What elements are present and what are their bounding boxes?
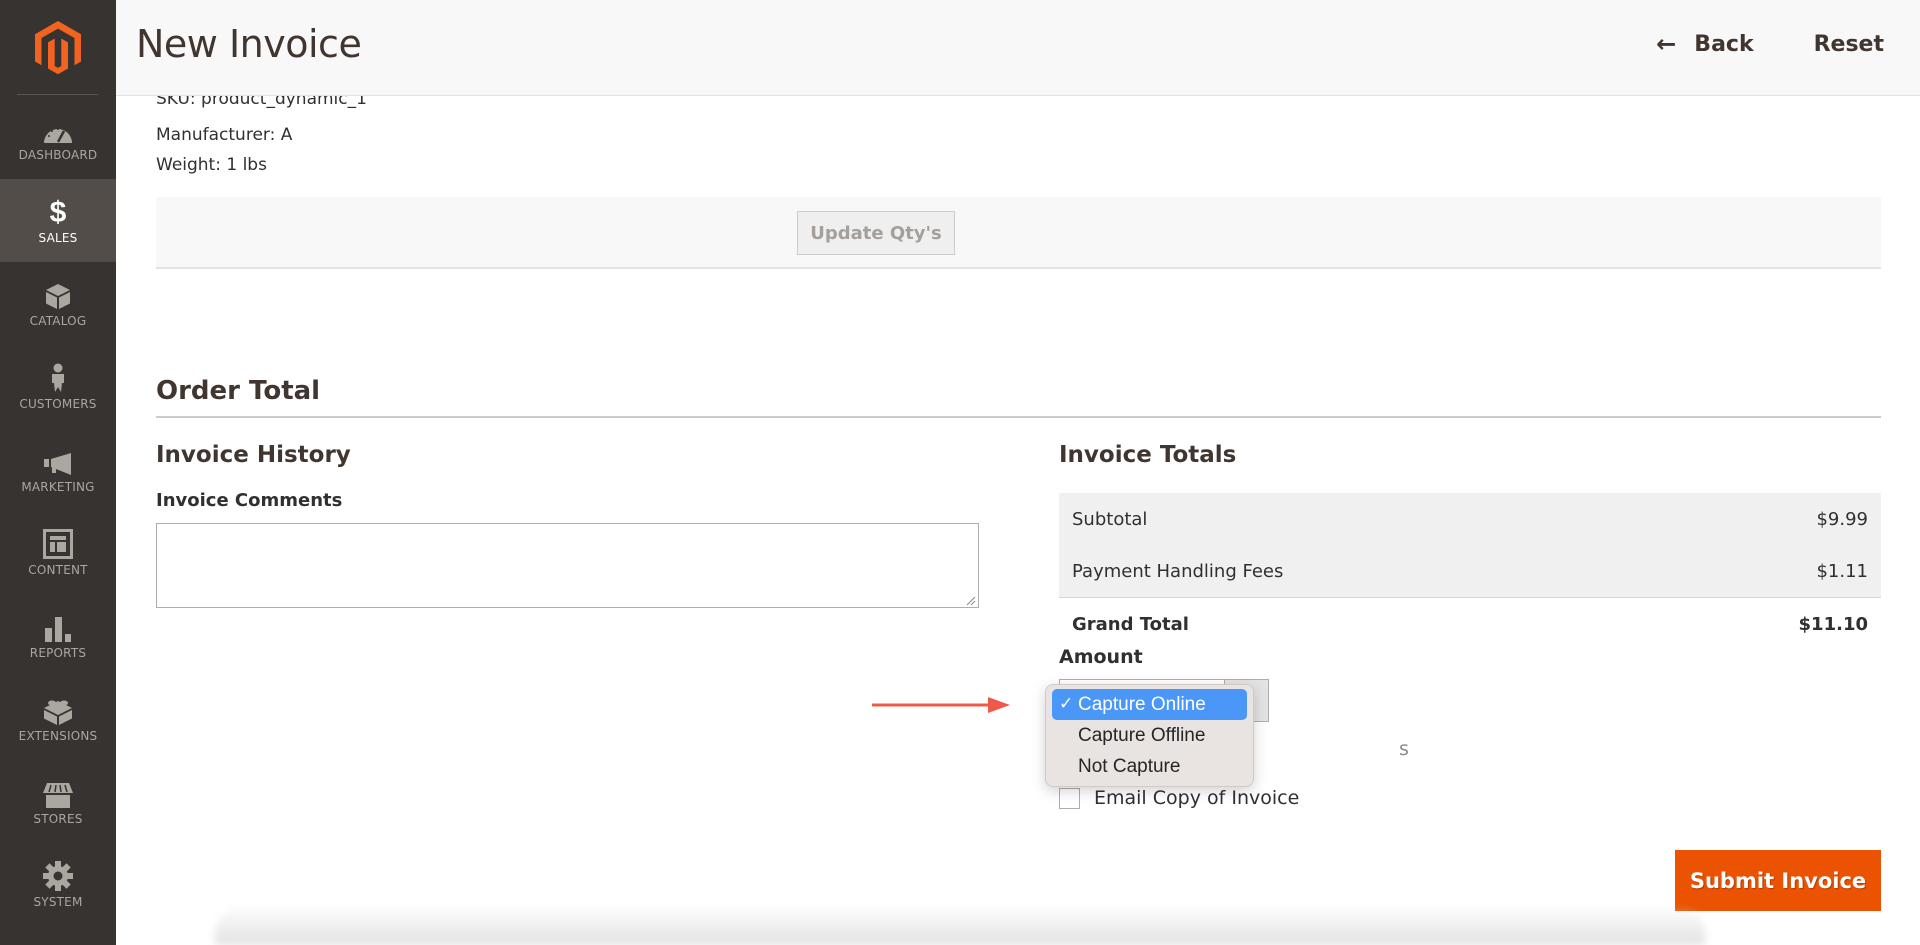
page-title: New Invoice <box>136 22 362 66</box>
totals-row-subtotal: Subtotal $9.99 <box>1059 493 1881 545</box>
sidebar-item-extensions[interactable]: EXTENSIONS <box>0 677 116 760</box>
sidebar-item-label: DASHBOARD <box>18 147 98 162</box>
totals-row-label: Payment Handling Fees <box>1072 560 1284 582</box>
lego-block-icon <box>42 695 74 725</box>
person-icon <box>49 363 67 393</box>
checkmark-icon: ✓ <box>1059 694 1074 713</box>
dropdown-option-capture-online[interactable]: ✓ Capture Online <box>1052 689 1247 720</box>
invoice-totals-heading: Invoice Totals <box>1059 442 1237 468</box>
invoice-history-heading: Invoice History <box>156 442 351 468</box>
back-button[interactable]: ← Back <box>1656 30 1753 58</box>
submit-invoice-button[interactable]: Submit Invoice <box>1675 850 1881 911</box>
grand-total-label: Grand Total <box>1072 614 1189 635</box>
sidebar-item-customers[interactable]: CUSTOMERS <box>0 345 116 428</box>
totals-row-value: $9.99 <box>1816 508 1868 530</box>
reset-button[interactable]: Reset <box>1814 32 1884 57</box>
admin-sidebar: DASHBOARD $ SALES CATALOG CUSTOMERS MARK… <box>0 0 116 945</box>
arrow-left-icon: ← <box>1656 30 1677 58</box>
sidebar-item-label: MARKETING <box>21 479 95 494</box>
gear-icon <box>43 860 73 891</box>
sidebar-item-reports[interactable]: REPORTS <box>0 594 116 677</box>
email-copy-checkbox[interactable] <box>1059 787 1080 809</box>
annotation-arrow-icon <box>872 697 1010 713</box>
sidebar-item-stores[interactable]: STORES <box>0 760 116 843</box>
product-manufacturer: Manufacturer: A <box>156 125 293 145</box>
bottom-shadow <box>215 905 1705 945</box>
email-copy-row: Email Copy of Invoice <box>1059 787 1299 809</box>
invoice-totals-table: Subtotal $9.99 Payment Handling Fees $1.… <box>1059 493 1881 651</box>
sidebar-item-label: REPORTS <box>29 645 87 660</box>
option-label: Capture Offline <box>1078 724 1206 746</box>
dropdown-option-capture-offline[interactable]: Capture Offline <box>1052 720 1247 751</box>
dropdown-option-not-capture[interactable]: Not Capture <box>1052 751 1247 782</box>
dashboard-icon <box>43 114 73 144</box>
obscured-text: s <box>1399 738 1409 760</box>
megaphone-icon <box>43 446 73 476</box>
sidebar-item-dashboard[interactable]: DASHBOARD <box>0 96 116 179</box>
sidebar-item-label: STORES <box>33 811 83 826</box>
bar-chart-icon <box>44 612 72 642</box>
sidebar-item-system[interactable]: SYSTEM <box>0 843 116 926</box>
email-copy-label[interactable]: Email Copy of Invoice <box>1094 787 1299 809</box>
box-icon <box>44 280 72 310</box>
sidebar-item-label: SYSTEM <box>33 894 83 909</box>
storefront-icon <box>42 778 74 808</box>
sidebar-item-label: SALES <box>38 230 78 245</box>
magento-logo-icon <box>35 20 81 74</box>
update-qtys-button[interactable]: Update Qty's <box>797 211 955 255</box>
grand-total-value: $11.10 <box>1798 614 1868 635</box>
back-button-label: Back <box>1694 31 1754 57</box>
section-divider <box>156 416 1881 418</box>
amount-label: Amount <box>1059 646 1143 668</box>
totals-row-grand-total: Grand Total $11.10 <box>1059 597 1881 651</box>
totals-row-label: Subtotal <box>1072 508 1148 530</box>
page-header: New Invoice ← Back Reset <box>116 0 1920 96</box>
dollar-icon: $ <box>49 195 67 229</box>
order-total-heading: Order Total <box>156 376 321 406</box>
sidebar-item-label: CONTENT <box>28 562 88 577</box>
product-weight: Weight: 1 lbs <box>156 155 267 175</box>
logo-divider <box>17 94 98 95</box>
invoice-comments-label: Invoice Comments <box>156 490 343 511</box>
resize-grip-icon[interactable] <box>964 594 976 606</box>
sidebar-item-label: CATALOG <box>29 313 87 328</box>
sidebar-item-marketing[interactable]: MARKETING <box>0 428 116 511</box>
sidebar-item-sales[interactable]: $ SALES <box>0 179 116 262</box>
option-label: Capture Online <box>1078 693 1206 715</box>
update-qty-bar: Update Qty's <box>156 197 1881 269</box>
sidebar-item-content[interactable]: CONTENT <box>0 511 116 594</box>
magento-logo[interactable] <box>0 0 116 95</box>
layout-icon <box>43 528 73 559</box>
amount-dropdown-menu: ✓ Capture Online Capture Offline Not Cap… <box>1045 684 1254 787</box>
option-label: Not Capture <box>1078 755 1181 777</box>
sidebar-item-label: CUSTOMERS <box>19 396 97 411</box>
invoice-comments-input[interactable] <box>156 523 979 608</box>
sidebar-item-label: EXTENSIONS <box>18 728 98 743</box>
totals-row-payment-fees: Payment Handling Fees $1.11 <box>1059 545 1881 597</box>
totals-row-value: $1.11 <box>1816 560 1868 582</box>
sidebar-item-catalog[interactable]: CATALOG <box>0 262 116 345</box>
